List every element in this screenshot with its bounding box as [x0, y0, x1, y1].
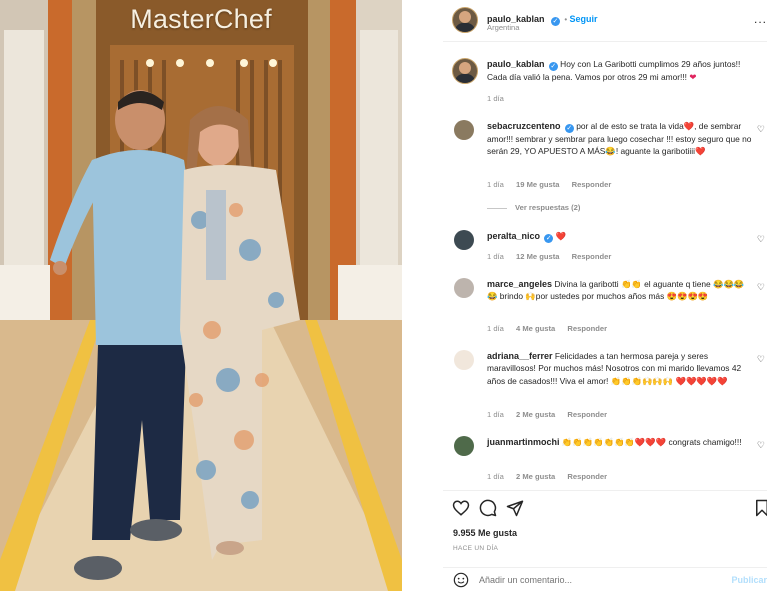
comment-username[interactable]: sebacruzcenteno	[487, 121, 561, 131]
comment-time: 1 día	[487, 472, 504, 481]
like-comment-icon[interactable]: ♡	[757, 282, 765, 293]
post-side-panel: paulo_kablan ✓ • Seguir Argentina ... pa…	[443, 0, 767, 591]
verified-badge-icon: ✓	[550, 17, 560, 26]
reply-button[interactable]: Responder	[567, 472, 607, 481]
caption-username[interactable]: paulo_kablan	[487, 59, 545, 69]
masterchef-sign: MasterChef	[130, 4, 272, 34]
commenter-avatar[interactable]	[454, 120, 474, 140]
post-header: paulo_kablan ✓ • Seguir Argentina ...	[443, 0, 767, 42]
comment-time: 1 día	[487, 324, 504, 333]
verified-badge-icon: ✓	[544, 234, 554, 243]
more-options-icon[interactable]: ...	[754, 12, 767, 26]
comment-likes[interactable]: 19 Me gusta	[516, 180, 559, 189]
comment-item: sebacruzcenteno ✓ por al de esto se trat…	[443, 120, 767, 220]
publish-button[interactable]: Publicar	[731, 575, 767, 585]
comment-username[interactable]: juanmartinmochi	[487, 437, 560, 447]
verified-badge-icon: ✓	[548, 62, 558, 71]
caption-avatar[interactable]	[452, 58, 478, 84]
comment-username[interactable]: peralta_nico	[487, 231, 540, 241]
comment-text: ❤️	[555, 231, 567, 241]
commenter-avatar[interactable]	[454, 230, 474, 250]
comment-likes[interactable]: 4 Me gusta	[516, 324, 555, 333]
heart-emoji-icon: ❤	[689, 72, 697, 82]
emoji-smiley-icon[interactable]	[453, 572, 469, 588]
panel-gap	[402, 0, 443, 591]
comment-item: adriana__ferrer Felicidades a tan hermos…	[443, 350, 767, 422]
comment-item: juanmartinmochi 👏👏👏👏👏👏👏❤️❤️❤️ congrats c…	[443, 436, 767, 486]
post-location[interactable]: Argentina	[487, 23, 520, 32]
comment-text: 👏👏👏👏👏👏👏❤️❤️❤️ congrats chamigo!!!	[561, 437, 742, 447]
comment-likes[interactable]: 2 Me gusta	[516, 410, 555, 419]
reply-button[interactable]: Responder	[572, 252, 612, 261]
post-caption: paulo_kablan ✓ Hoy con La Garibotti cump…	[443, 58, 767, 106]
share-send-icon[interactable]	[506, 499, 524, 517]
post-actions: 9.955 Me gusta HACE UN DÍA Publicar	[443, 490, 767, 590]
comment-bubble-icon[interactable]	[479, 499, 497, 517]
add-comment-bar: Publicar	[443, 567, 767, 591]
view-replies-button[interactable]: Ver respuestas (2)	[487, 203, 580, 212]
comment-likes[interactable]: 2 Me gusta	[516, 472, 555, 481]
like-comment-icon[interactable]: ♡	[757, 440, 765, 451]
commenter-avatar[interactable]	[454, 278, 474, 298]
comment-item: peralta_nico ✓ ❤️ 1 día 12 Me gusta Resp…	[443, 230, 767, 266]
reply-button[interactable]: Responder	[567, 410, 607, 419]
post-photo[interactable]: MasterChef	[0, 0, 402, 591]
verified-badge-icon: ✓	[564, 124, 574, 133]
like-comment-icon[interactable]: ♡	[757, 234, 765, 245]
likes-count[interactable]: 9.955 Me gusta	[453, 528, 517, 538]
follow-button[interactable]: Seguir	[569, 14, 597, 24]
reply-button[interactable]: Responder	[567, 324, 607, 333]
comment-likes[interactable]: 12 Me gusta	[516, 252, 559, 261]
comment-username[interactable]: marce_angeles	[487, 279, 552, 289]
caption-time: 1 día	[487, 94, 504, 103]
photo-scene	[0, 0, 402, 591]
author-avatar[interactable]	[452, 7, 478, 33]
like-comment-icon[interactable]: ♡	[757, 124, 765, 135]
commenter-avatar[interactable]	[454, 350, 474, 370]
comment-time: 1 día	[487, 180, 504, 189]
like-comment-icon[interactable]: ♡	[757, 354, 765, 365]
comment-time: 1 día	[487, 252, 504, 261]
save-bookmark-icon[interactable]	[753, 499, 767, 517]
reply-button[interactable]: Responder	[572, 180, 612, 189]
comment-input[interactable]	[479, 575, 719, 585]
post-time-ago: HACE UN DÍA	[453, 545, 499, 552]
commenter-avatar[interactable]	[454, 436, 474, 456]
comment-username[interactable]: adriana__ferrer	[487, 351, 553, 361]
like-heart-icon[interactable]	[452, 499, 470, 517]
comment-item: marce_angeles Divina la garibotti 👏👏 el …	[443, 278, 767, 338]
comment-time: 1 día	[487, 410, 504, 419]
